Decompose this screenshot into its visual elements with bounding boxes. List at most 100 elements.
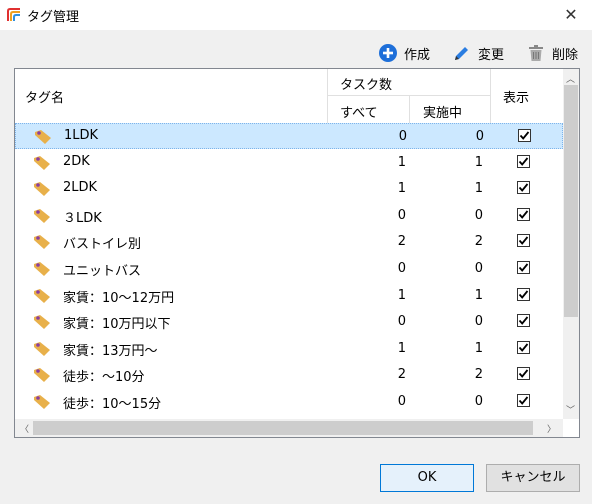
table-row[interactable]: ユニットバス 0 0	[15, 256, 563, 282]
table-row[interactable]: 家賃：10万円以下 0 0	[15, 309, 563, 335]
table-row[interactable]: 家賃：10～12万円 1 1	[15, 283, 563, 309]
count-in-progress-value: 1	[474, 181, 483, 197]
count-all-value: 1	[397, 287, 406, 303]
checkmark-icon	[518, 396, 529, 405]
count-in-progress-value: 2	[474, 367, 483, 383]
header-tag-name-label: タグ名	[25, 91, 65, 106]
tag-icon	[34, 341, 50, 356]
close-button[interactable]: ✕	[550, 0, 592, 30]
scroll-up-arrow-icon[interactable]: ︿	[566, 72, 575, 85]
trash-icon	[528, 45, 543, 61]
header-all[interactable]: すべて	[328, 96, 410, 123]
count-in-progress-value: 0	[475, 129, 484, 144]
checkmark-icon	[518, 157, 529, 166]
count-all-value: 1	[397, 181, 406, 197]
count-in-progress-value: 0	[474, 261, 483, 276]
display-checkbox[interactable]	[517, 261, 530, 274]
display-checkbox[interactable]	[517, 394, 530, 407]
count-all-value: 0	[397, 314, 406, 330]
tag-name: 徒歩：10～15分	[63, 397, 162, 412]
header-display-label: 表示	[503, 91, 530, 106]
tag-name: 2LDK	[63, 180, 98, 196]
table-row[interactable]: 家賃：13万円～ 1 1	[15, 336, 563, 362]
tag-name: ３LDK	[63, 210, 102, 226]
header-in-progress[interactable]: 実施中	[410, 96, 491, 123]
create-label: 作成	[403, 47, 430, 63]
tag-icon	[34, 208, 50, 223]
edit-label: 変更	[477, 47, 504, 63]
scroll-left-arrow-icon[interactable]: 〈	[20, 422, 29, 435]
display-checkbox[interactable]	[517, 367, 530, 381]
display-checkbox[interactable]	[518, 129, 531, 142]
display-checkbox[interactable]	[517, 314, 530, 328]
count-in-progress-value: 1	[474, 340, 483, 356]
ok-button[interactable]: OK	[380, 464, 474, 492]
table-row[interactable]: 2DK 1 1	[15, 150, 563, 176]
grid-header: タグ名 タスク数 すべて 実施中 表示	[15, 69, 563, 124]
tag-name: 家賃：13万円～	[63, 343, 158, 359]
checkmark-icon	[518, 290, 529, 299]
table-row[interactable]: ３LDK 0 0	[15, 203, 563, 229]
table-row[interactable]: 徒歩：10～15分 0 0	[15, 389, 563, 415]
header-all-label: すべて	[340, 106, 378, 121]
display-checkbox[interactable]	[517, 154, 530, 168]
tag-name: 家賃：10～12万円	[63, 290, 175, 306]
header-tag-name[interactable]: タグ名	[15, 69, 328, 123]
tag-name: バストイレ別	[63, 237, 142, 253]
count-all-value: 1	[397, 154, 406, 170]
display-checkbox[interactable]	[517, 207, 530, 221]
checkmark-icon	[518, 183, 529, 193]
count-in-progress-value: 1	[474, 154, 483, 170]
delete-label: 削除	[551, 47, 578, 63]
vertical-scroll-thumb[interactable]	[564, 85, 578, 317]
table-row[interactable]: バストイレ別 2 2	[15, 229, 563, 255]
vertical-scrollbar[interactable]: ︿ ﹀	[563, 69, 579, 419]
tag-icon	[35, 130, 51, 144]
plus-circle-icon	[378, 44, 397, 62]
edit-button[interactable]: 変更	[452, 43, 504, 63]
cancel-button[interactable]: キャンセル	[486, 464, 580, 492]
count-in-progress-value: 1	[474, 287, 483, 303]
header-task-count-label: タスク数	[340, 78, 393, 93]
scroll-right-arrow-icon[interactable]: 〉	[547, 422, 556, 435]
tag-icon	[34, 288, 50, 303]
tag-name: 徒歩：～10分	[63, 370, 145, 386]
tag-icon	[34, 368, 50, 383]
tag-grid[interactable]: タグ名 タスク数 すべて 実施中 表示 1LDK 0 0 2DK 1 1 2LDK 1 1 ３LD…	[14, 68, 580, 438]
count-in-progress-value: 0	[474, 207, 483, 223]
checkmark-icon	[518, 343, 529, 352]
tag-name: 家賃：10万円以下	[63, 317, 171, 333]
header-display[interactable]: 表示	[491, 69, 563, 123]
delete-button[interactable]: 削除	[526, 43, 578, 63]
checkmark-icon	[518, 316, 529, 326]
tag-icon	[34, 315, 50, 330]
horizontal-scroll-thumb[interactable]	[33, 421, 533, 435]
count-all-value: 0	[398, 129, 407, 144]
tag-icon	[34, 155, 50, 170]
checkmark-icon	[518, 263, 529, 272]
horizontal-scrollbar[interactable]: 〈 〉	[15, 419, 563, 437]
count-all-value: 1	[397, 340, 406, 356]
tag-name: ユニットバス	[63, 264, 142, 279]
display-checkbox[interactable]	[517, 234, 530, 248]
window-title: タグ管理	[27, 10, 80, 25]
tag-icon	[34, 395, 50, 409]
tag-icon	[34, 262, 50, 276]
count-in-progress-value: 2	[474, 234, 483, 250]
table-row[interactable]: 2LDK 1 1	[15, 176, 563, 202]
header-task-count: タスク数	[328, 69, 491, 96]
scroll-down-arrow-icon[interactable]: ﹀	[566, 403, 575, 416]
tag-icon	[34, 235, 50, 250]
count-all-value: 2	[397, 367, 406, 383]
table-row[interactable]: 徒歩：～10分 2 2	[15, 362, 563, 388]
display-checkbox[interactable]	[517, 340, 530, 354]
table-row[interactable]: 1LDK 0 0	[15, 123, 563, 149]
count-all-value: 0	[397, 261, 406, 276]
title-bar: タグ管理 ✕	[0, 0, 592, 30]
create-button[interactable]: 作成	[378, 43, 430, 63]
display-checkbox[interactable]	[517, 181, 530, 195]
count-all-value: 0	[397, 394, 406, 409]
pencil-icon	[454, 47, 468, 60]
display-checkbox[interactable]	[517, 287, 530, 301]
checkmark-icon	[518, 369, 529, 379]
